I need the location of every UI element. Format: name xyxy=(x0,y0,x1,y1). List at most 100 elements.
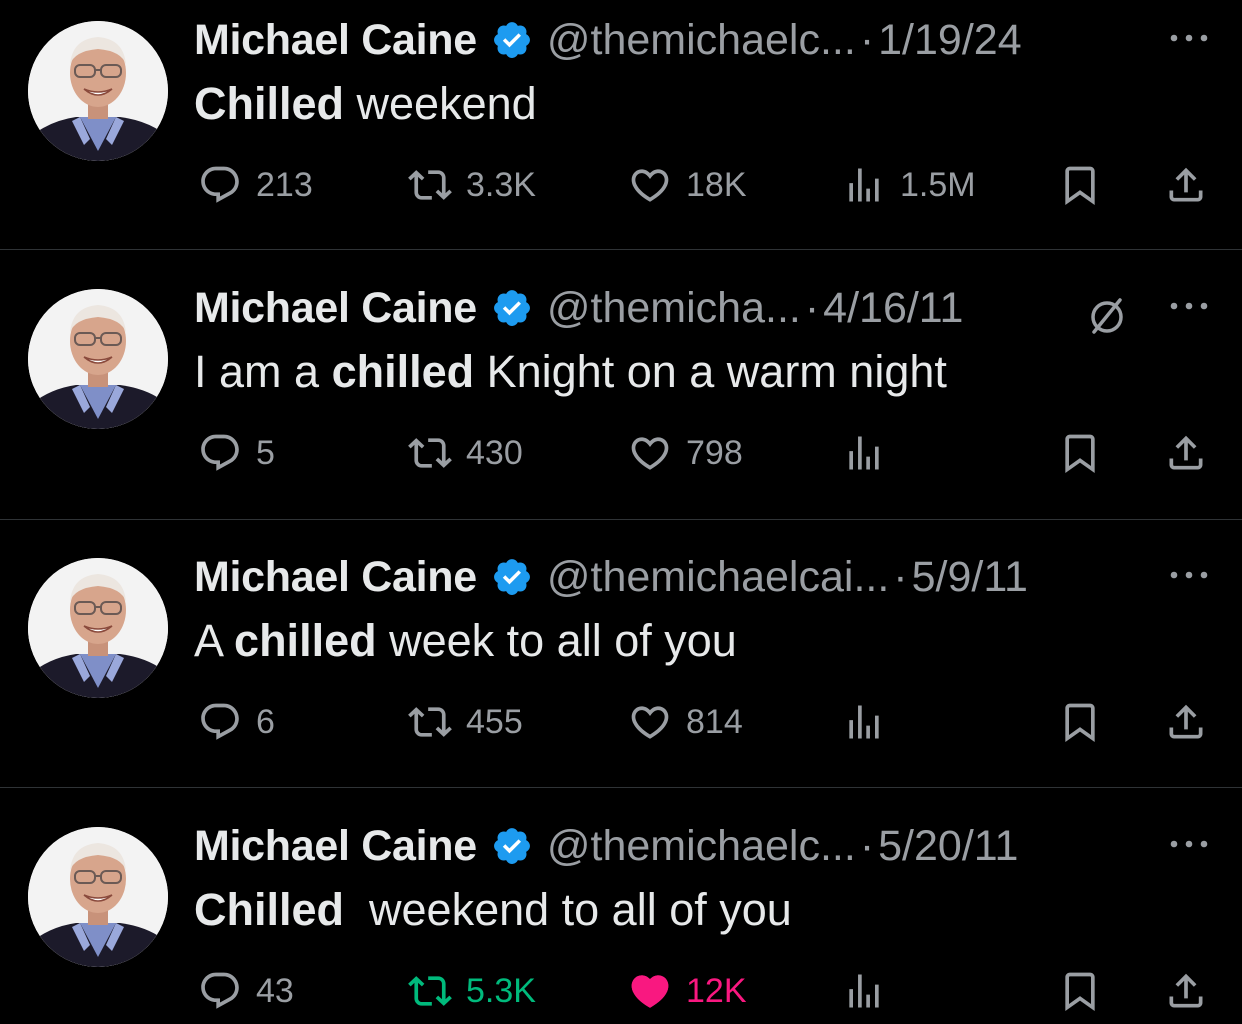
bar-chart-icon xyxy=(849,436,879,470)
heart-icon xyxy=(631,975,669,1008)
share-button[interactable] xyxy=(1164,966,1208,1016)
like-button[interactable]: 12K xyxy=(628,966,747,1016)
retweet-button[interactable]: 430 xyxy=(408,428,523,478)
author-name[interactable]: Michael Caine xyxy=(194,16,477,65)
tweet-actions: 5 430 798 xyxy=(0,428,1242,478)
speech-bubble-icon xyxy=(201,166,239,203)
separator-dot: · xyxy=(804,283,820,332)
tweet-text: Chilled weekend to all of you xyxy=(194,884,792,936)
like-button[interactable]: 798 xyxy=(628,428,743,478)
bookmark-button[interactable] xyxy=(1058,160,1102,210)
tweet[interactable]: Michael Caine @themichaelc... · 1/19/24 … xyxy=(0,0,1242,268)
view-count: 1.5M xyxy=(900,165,976,204)
tweet-divider xyxy=(0,249,1242,250)
avatar[interactable] xyxy=(28,289,168,429)
verified-badge-icon xyxy=(493,290,530,326)
like-button[interactable]: 18K xyxy=(628,160,747,210)
heart-icon xyxy=(631,437,669,470)
speech-bubble-icon xyxy=(201,434,239,471)
author-name[interactable]: Michael Caine xyxy=(194,284,477,333)
reply-button[interactable]: 5 xyxy=(198,428,275,478)
bookmark-button[interactable] xyxy=(1058,966,1102,1016)
views-button[interactable] xyxy=(842,697,886,747)
share-button[interactable] xyxy=(1164,697,1208,747)
bookmark-icon xyxy=(1065,703,1095,743)
tweet-text: A chilled week to all of you xyxy=(194,615,737,667)
verified-badge-icon xyxy=(493,559,530,595)
retweet-arrows-icon xyxy=(408,438,452,468)
bar-chart-icon xyxy=(849,705,879,739)
ellipsis-icon[interactable] xyxy=(1166,296,1212,316)
share-upload-icon xyxy=(1169,973,1203,1008)
bookmark-icon xyxy=(1065,972,1095,1012)
author-handle[interactable]: @themichaelcai... xyxy=(547,553,889,602)
share-upload-icon xyxy=(1169,435,1203,470)
author-handle[interactable]: @themichaelc... xyxy=(547,822,856,871)
tweet-text-run: I am a xyxy=(194,346,332,397)
tweet-text-bold: Chilled xyxy=(194,884,345,935)
retweet-count: 430 xyxy=(466,433,523,472)
retweet-count: 5.3K xyxy=(466,971,536,1010)
retweet-button[interactable]: 5.3K xyxy=(408,966,536,1016)
tweet[interactable]: Michael Caine @themichaelcai... · 5/9/11… xyxy=(0,537,1242,805)
retweet-button[interactable]: 455 xyxy=(408,697,523,747)
tweet-date[interactable]: 5/9/11 xyxy=(912,553,1028,602)
retweet-count: 455 xyxy=(466,702,523,741)
reply-button[interactable]: 213 xyxy=(198,160,313,210)
tweet-divider xyxy=(0,519,1242,520)
avatar-photo xyxy=(28,827,168,967)
ellipsis-icon[interactable] xyxy=(1166,565,1212,585)
author-name[interactable]: Michael Caine xyxy=(194,553,477,602)
tweet-date[interactable]: 1/19/24 xyxy=(878,16,1021,65)
tweet-text-run: week to all of you xyxy=(376,615,737,666)
tweet-actions: 6 455 814 xyxy=(0,697,1242,747)
like-count: 12K xyxy=(686,971,747,1010)
author-handle[interactable]: @themicha... xyxy=(547,284,801,333)
retweet-count: 3.3K xyxy=(466,165,536,204)
verified-badge-icon xyxy=(493,22,530,58)
tweet-date[interactable]: 5/20/11 xyxy=(878,822,1018,871)
avatar[interactable] xyxy=(28,21,168,161)
separator-dot: · xyxy=(893,552,908,601)
tweet-text-run: A xyxy=(194,615,235,666)
tweet-date[interactable]: 4/16/11 xyxy=(823,284,963,333)
tweet[interactable]: Michael Caine @themicha... · 4/16/11 I a… xyxy=(0,268,1242,536)
views-button[interactable]: 1.5M xyxy=(842,160,976,210)
like-count: 18K xyxy=(686,165,747,204)
retweet-button[interactable]: 3.3K xyxy=(408,160,536,210)
separator-dot: · xyxy=(859,821,875,870)
views-button[interactable] xyxy=(842,428,886,478)
reply-button[interactable]: 43 xyxy=(198,966,294,1016)
avatar-photo xyxy=(28,289,168,429)
reply-count: 43 xyxy=(256,971,294,1010)
reply-count: 6 xyxy=(256,702,275,741)
tweet-actions: 213 3.3K 18K 1.5M xyxy=(0,160,1242,210)
share-button[interactable] xyxy=(1164,428,1208,478)
avatar[interactable] xyxy=(28,558,168,698)
bookmark-button[interactable] xyxy=(1058,697,1102,747)
author-name[interactable]: Michael Caine xyxy=(194,822,477,871)
tweet[interactable]: Michael Caine @themichaelc... · 5/20/11 … xyxy=(0,806,1242,1024)
ellipsis-icon[interactable] xyxy=(1166,834,1212,854)
author-handle[interactable]: @themichaelc... xyxy=(547,16,856,65)
tweet-actions: 43 5.3K 12K xyxy=(0,966,1242,1016)
tweet-text-bold: chilled xyxy=(331,346,475,397)
like-button[interactable]: 814 xyxy=(628,697,743,747)
avatar[interactable] xyxy=(28,827,168,967)
tweet-divider xyxy=(0,787,1242,788)
tweet-header: Michael Caine @themichaelc... · 1/19/24 xyxy=(194,14,1022,66)
reply-button[interactable]: 6 xyxy=(198,697,275,747)
tweet-text-bold: chilled xyxy=(234,615,377,666)
retweet-arrows-icon xyxy=(408,170,452,200)
bar-chart-icon xyxy=(849,168,879,202)
bookmark-button[interactable] xyxy=(1058,428,1102,478)
tweet-text-run: weekend to all of you xyxy=(344,884,792,935)
share-button[interactable] xyxy=(1164,160,1208,210)
ellipsis-icon[interactable] xyxy=(1166,28,1212,48)
tweet-header: Michael Caine @themichaelc... · 5/20/11 xyxy=(194,820,1018,872)
tweet-text: I am a chilled Knight on a warm night xyxy=(194,346,947,398)
views-button[interactable] xyxy=(842,966,886,1016)
bookmark-icon xyxy=(1065,166,1095,206)
tweet-text: Chilled weekend xyxy=(194,78,537,130)
speech-bubble-icon xyxy=(201,972,239,1009)
